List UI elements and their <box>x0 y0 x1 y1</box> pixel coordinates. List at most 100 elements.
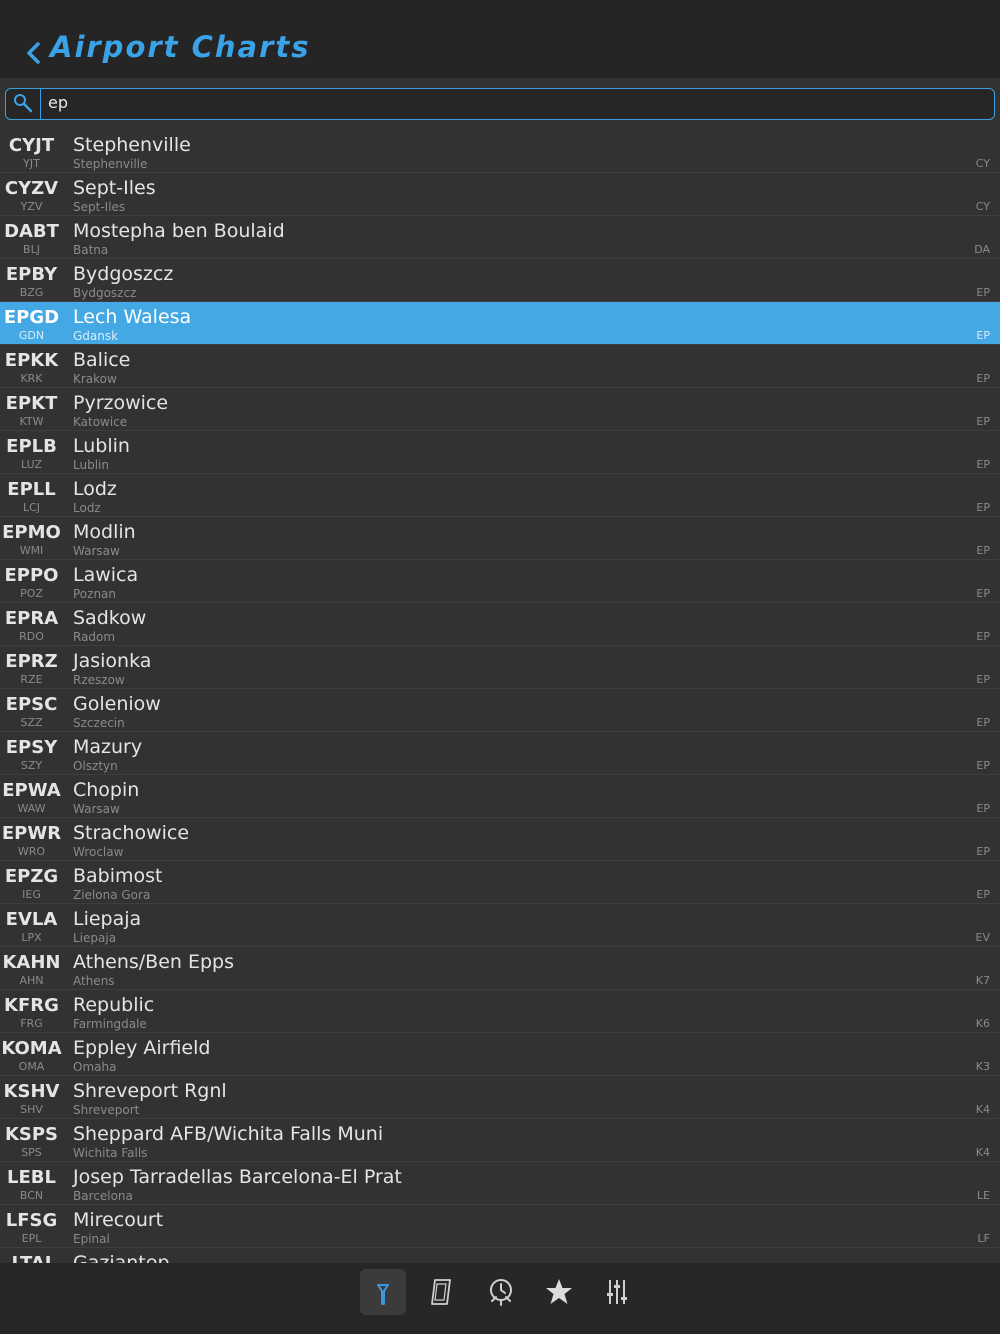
airport-icao-code: CYJT <box>8 135 55 156</box>
airport-row[interactable]: KSHV SHV Shreveport Rgnl Shreveport K4 <box>0 1076 1000 1119</box>
airport-name: Shreveport Rgnl <box>73 1080 227 1102</box>
airport-city: Poznan <box>73 587 117 601</box>
airport-row[interactable]: KOMA OMA Eppley Airfield Omaha K3 <box>0 1033 1000 1076</box>
airport-name: Liepaja <box>73 908 142 930</box>
airport-row[interactable]: KSPS SPS Sheppard AFB/Wichita Falls Muni Wi… <box>0 1119 1000 1162</box>
airport-iata-code: LPX <box>21 931 42 944</box>
tab-airports[interactable] <box>360 1269 406 1315</box>
airport-row[interactable]: LEBL BCN Josep Tarradellas Barcelona-El Pr… <box>0 1162 1000 1205</box>
airport-row[interactable]: EPRA RDO Sadkow Radom EP <box>0 603 1000 646</box>
airport-iata-code: FRG <box>20 1017 43 1030</box>
airport-region-code: EP <box>976 673 990 686</box>
airport-row[interactable]: EPWA WAW Chopin Warsaw EP <box>0 775 1000 818</box>
airport-name: Sadkow <box>73 607 147 629</box>
airport-name: Chopin <box>73 779 140 801</box>
airport-city: Batna <box>73 243 109 257</box>
tab-settings[interactable] <box>594 1269 640 1315</box>
airport-icao-code: KOMA <box>1 1038 62 1059</box>
airport-city: Krakow <box>73 372 117 386</box>
airport-iata-code: RZE <box>20 673 43 686</box>
airport-region-code: EP <box>976 501 990 514</box>
airport-row[interactable]: DABT BLJ Mostepha ben Boulaid Batna DA <box>0 216 1000 259</box>
airport-row[interactable]: EPKK KRK Balice Krakow EP <box>0 345 1000 388</box>
airport-city: Shreveport <box>73 1103 140 1117</box>
airport-name: Gaziantep <box>73 1252 170 1263</box>
airport-city: Lodz <box>73 501 101 515</box>
airport-list: CYJT YJT Stephenville Stephenville CY CYZV YZV… <box>0 130 1000 1263</box>
airport-iata-code: YZV <box>20 200 43 213</box>
airport-row[interactable]: KFRG FRG Republic Farmingdale K6 <box>0 990 1000 1033</box>
airport-iata-code: KTW <box>19 415 44 428</box>
airport-city: Liepaja <box>73 931 117 945</box>
tab-favorites[interactable] <box>536 1269 582 1315</box>
airport-icao-code: EPSC <box>5 694 58 715</box>
airport-name: Sheppard AFB/Wichita Falls Muni <box>73 1123 384 1145</box>
airport-icao-code: EVLA <box>5 909 58 930</box>
airport-city: Zielona Gora <box>73 888 151 902</box>
airport-row[interactable]: LTAJGZTGaziantepGaziantepLT <box>0 1248 1000 1263</box>
back-chevron-icon[interactable] <box>20 38 50 68</box>
airport-icao-code: KAHN <box>2 952 61 973</box>
airport-icao-code: LEBL <box>7 1167 56 1188</box>
airport-icao-code: CYZV <box>4 178 59 199</box>
airport-region-code: K3 <box>975 1060 990 1073</box>
airport-row[interactable]: EPMO WMI Modlin Warsaw EP <box>0 517 1000 560</box>
airport-name: Bydgoszcz <box>73 263 174 285</box>
airport-region-code: EP <box>976 372 990 385</box>
airport-row[interactable]: CYZV YZV Sept-Iles Sept-Iles CY <box>0 173 1000 216</box>
airport-iata-code: BCN <box>19 1189 44 1202</box>
airport-city: Sept-Iles <box>73 200 126 214</box>
airport-icao-code: KFRG <box>4 995 59 1016</box>
airport-city: Athens <box>73 974 115 988</box>
airport-iata-code: SHV <box>20 1103 43 1116</box>
recent-clock-icon <box>490 1279 512 1306</box>
airport-region-code: CY <box>975 200 990 213</box>
airport-region-code: EP <box>976 415 990 428</box>
airport-row[interactable]: CYJT YJT Stephenville Stephenville CY <box>0 130 1000 173</box>
airport-region-code: K4 <box>975 1146 990 1159</box>
header: Airport Charts <box>0 0 1000 78</box>
tab-recent[interactable] <box>478 1269 524 1315</box>
airport-row[interactable]: EPRZ RZE Jasionka Rzeszow EP <box>0 646 1000 689</box>
airport-name: Modlin <box>73 521 136 543</box>
airport-region-code: EP <box>976 587 990 600</box>
search-input[interactable]: ep <box>48 93 68 112</box>
search-bar[interactable]: ep <box>5 88 995 120</box>
airport-iata-code: SPS <box>21 1146 42 1159</box>
airport-row[interactable]: EPLB LUZ Lublin Lublin EP <box>0 431 1000 474</box>
airport-row[interactable]: EPKT KTW Pyrzowice Katowice EP <box>0 388 1000 431</box>
airport-row[interactable]: EPPO POZ Lawica Poznan EP <box>0 560 1000 603</box>
airport-row[interactable]: EPSY SZY Mazury Olsztyn EP <box>0 732 1000 775</box>
airport-name: Stephenville <box>73 134 191 156</box>
airport-name: Eppley Airfield <box>73 1037 211 1059</box>
airport-iata-code: BZG <box>19 286 44 299</box>
airport-iata-code: YJT <box>23 157 40 170</box>
airport-iata-code: WAW <box>17 802 46 815</box>
airport-row[interactable]: EPGD GDN Lech Walesa Gdansk EP <box>0 302 1000 345</box>
airport-name: Lech Walesa <box>73 306 192 328</box>
airport-icao-code: EPPO <box>4 565 59 586</box>
airport-row[interactable]: EPSC SZZ Goleniow Szczecin EP <box>0 689 1000 732</box>
airport-icao-code: EPWA <box>2 780 61 801</box>
airport-row[interactable]: EPLL LCJ Lodz Lodz EP <box>0 474 1000 517</box>
airport-icao-code: EPWR <box>1 823 62 844</box>
airport-name: Strachowice <box>73 822 190 844</box>
airport-row[interactable]: EPZG IEG Babimost Zielona Gora EP <box>0 861 1000 904</box>
airport-region-code: EP <box>976 888 990 901</box>
airport-icao-code: DABT <box>4 221 59 242</box>
airport-region-code: DA <box>974 243 990 256</box>
airport-city: Stephenville <box>73 157 148 171</box>
airport-region-code: EP <box>976 544 990 557</box>
airport-row[interactable]: EPWR WRO Strachowice Wroclaw EP <box>0 818 1000 861</box>
airport-row[interactable]: EPBY BZG Bydgoszcz Bydgoszcz EP <box>0 259 1000 302</box>
airport-city: Bydgoszcz <box>73 286 137 300</box>
airport-row[interactable]: KAHN AHN Athens/Ben Epps Athens K7 <box>0 947 1000 990</box>
airport-icao-code: LTAJ <box>0 1253 63 1263</box>
airport-city: Szczecin <box>73 716 125 730</box>
airport-iata-code: POZ <box>20 587 43 600</box>
airport-region-code: K6 <box>975 1017 990 1030</box>
airport-icao-code: EPMO <box>2 522 61 543</box>
tab-charts[interactable] <box>418 1269 464 1315</box>
airport-row[interactable]: EVLA LPX Liepaja Liepaja EV <box>0 904 1000 947</box>
airport-row[interactable]: LFSG EPL Mirecourt Epinal LF <box>0 1205 1000 1248</box>
